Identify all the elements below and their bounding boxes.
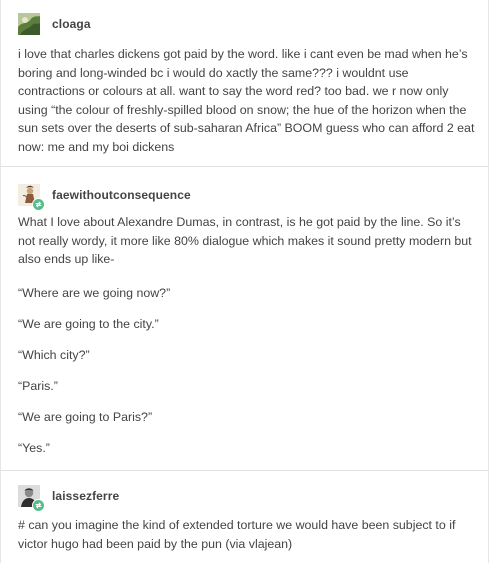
reblog-icon: [32, 198, 45, 211]
post-body: i love that charles dickens got paid by …: [18, 47, 475, 154]
reblog-icon: [32, 499, 45, 512]
dialogue-line: “Where are we going now?”: [18, 286, 171, 300]
post-faewithoutconsequence: faewithoutconsequence What I love about …: [0, 166, 489, 470]
avatar[interactable]: [18, 184, 45, 211]
dialogue-line: “We are going to Paris?”: [18, 410, 153, 424]
dialogue-line: “Which city?”: [18, 348, 90, 362]
post-cloaga: cloaga i love that charles dickens got p…: [0, 0, 489, 166]
dialogue-line: “We are going to the city.”: [18, 317, 159, 331]
dialogue-line: “Paris.”: [18, 379, 58, 393]
avatar-image: [18, 13, 40, 35]
avatar[interactable]: [18, 485, 45, 512]
post-intro: What I love about Alexandre Dumas, in co…: [18, 215, 472, 266]
post-body: # can you imagine the kind of extended t…: [18, 518, 456, 551]
post-header: laissezferre: [18, 484, 119, 512]
username[interactable]: faewithoutconsequence: [52, 188, 191, 202]
username[interactable]: cloaga: [52, 17, 91, 31]
post-header: faewithoutconsequence: [18, 183, 191, 211]
post-header: cloaga: [18, 12, 91, 36]
dialogue-line: “Yes.”: [18, 441, 50, 455]
avatar[interactable]: [18, 13, 40, 35]
username[interactable]: laissezferre: [52, 489, 119, 503]
post-laissezferre: laissezferre # can you imagine the kind …: [0, 470, 489, 563]
